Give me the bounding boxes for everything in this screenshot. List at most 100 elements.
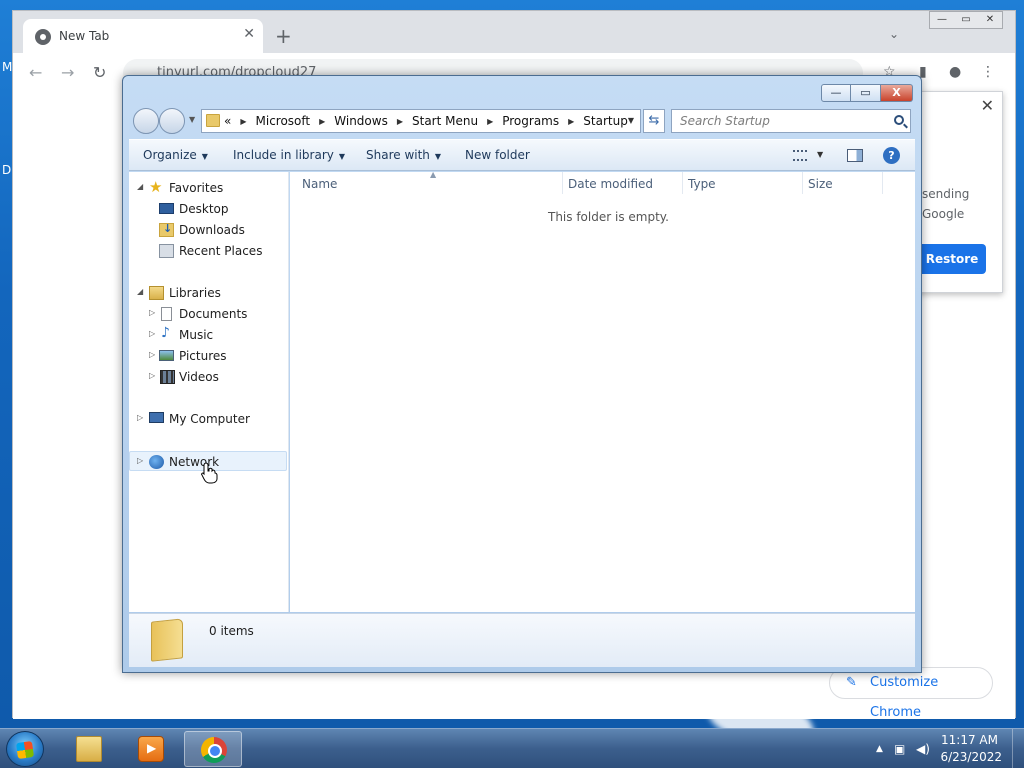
breadcrumb-separator-icon[interactable]: ▶ — [487, 117, 493, 128]
close-icon[interactable]: ✕ — [981, 96, 994, 115]
taskbar-chrome[interactable] — [184, 731, 242, 767]
navigation-pane: ◢ ★ Favorites Desktop Downloads Recent P… — [129, 172, 289, 612]
breadcrumb-overflow[interactable]: « — [224, 114, 231, 128]
chrome-icon — [201, 737, 227, 763]
popup-text: sending — [922, 187, 970, 201]
star-icon: ★ — [149, 178, 163, 196]
breadcrumb-separator-icon[interactable]: ▶ — [240, 117, 246, 128]
profile-icon[interactable]: ● — [949, 64, 961, 80]
videos-icon — [160, 370, 175, 384]
sidebar-item-my-computer[interactable]: ▷ My Computer — [129, 409, 287, 429]
minimize-button[interactable]: — — [821, 84, 851, 102]
breadcrumb-programs[interactable]: Programs — [502, 114, 559, 128]
back-button[interactable] — [133, 108, 159, 134]
breadcrumb-separator-icon[interactable]: ▶ — [397, 117, 403, 128]
minimize-button[interactable]: — — [930, 12, 954, 28]
recent-pages-dropdown-icon[interactable]: ▼ — [189, 115, 195, 124]
breadcrumb-separator-icon[interactable]: ▶ — [568, 117, 574, 128]
column-header-type[interactable]: Type — [688, 177, 716, 191]
chevron-down-icon: ▼ — [338, 152, 346, 161]
sidebar-item-pictures[interactable]: ▷ Pictures — [129, 346, 287, 366]
back-icon[interactable]: ← — [29, 63, 42, 82]
breadcrumb-startup[interactable]: Startup — [583, 114, 628, 128]
expand-icon[interactable]: ▷ — [137, 413, 143, 422]
show-hidden-icons-icon[interactable]: ▲ — [876, 744, 883, 754]
hand-cursor-icon — [201, 462, 218, 484]
sidebar-item-videos[interactable]: ▷ Videos — [129, 367, 287, 387]
help-icon[interactable]: ? — [883, 147, 900, 164]
search-box[interactable]: Search Startup — [671, 109, 911, 133]
column-divider[interactable] — [882, 172, 883, 194]
taskbar-media-player[interactable] — [122, 731, 180, 767]
reload-icon[interactable]: ↻ — [93, 63, 106, 82]
desktop-icon-label[interactable]: M — [2, 60, 12, 74]
sidebar-item-music[interactable]: ▷ ♪ Music — [129, 325, 287, 345]
taskbar: ▲ ▣ ◀) 11:17 AM 6/23/2022 — [0, 728, 1024, 768]
preview-pane-icon[interactable] — [847, 149, 863, 162]
new-folder-button[interactable]: New folder — [465, 148, 530, 162]
search-input[interactable]: Search Startup — [680, 114, 770, 128]
breadcrumb-start-menu[interactable]: Start Menu — [412, 114, 478, 128]
explorer-caption-buttons: — ▭ X — [821, 84, 913, 102]
windows-logo-icon — [15, 740, 35, 760]
breadcrumb-microsoft[interactable]: Microsoft — [256, 114, 311, 128]
sidebar-item-libraries[interactable]: ◢ Libraries — [129, 283, 287, 303]
new-tab-button[interactable]: + — [275, 24, 292, 48]
expand-icon[interactable]: ▷ — [149, 329, 155, 338]
breadcrumb-separator-icon[interactable]: ▶ — [319, 117, 325, 128]
address-dropdown-icon[interactable]: ▼ — [628, 116, 634, 125]
expand-icon[interactable]: ▷ — [149, 308, 155, 317]
collapse-icon[interactable]: ◢ — [137, 287, 143, 296]
sidebar-item-documents[interactable]: ▷ Documents — [129, 304, 287, 324]
tab-search-icon[interactable]: ⌄ — [889, 27, 899, 41]
explorer-window: — ▭ X ▼ « ▶ Microsoft ▶ Windows ▶ Start Men… — [122, 75, 922, 673]
column-divider[interactable] — [682, 172, 683, 194]
taskbar-explorer[interactable] — [60, 731, 118, 767]
address-bar[interactable]: « ▶ Microsoft ▶ Windows ▶ Start Menu ▶ Progr… — [201, 109, 641, 133]
details-pane: 0 items — [129, 613, 915, 667]
search-icon[interactable] — [894, 115, 904, 125]
column-header-date-modified[interactable]: Date modified — [568, 177, 653, 191]
expand-icon[interactable]: ▷ — [137, 456, 143, 465]
volume-icon[interactable]: ◀) — [916, 742, 930, 756]
sidebar-item-recent-places[interactable]: Recent Places — [129, 241, 287, 261]
clock-time[interactable]: 11:17 AM — [941, 733, 998, 747]
close-button[interactable]: X — [881, 84, 913, 102]
sort-ascending-icon: ▲ — [430, 170, 437, 179]
maximize-button[interactable]: ▭ — [851, 84, 881, 102]
sidebar-item-downloads[interactable]: Downloads — [129, 220, 287, 240]
organize-menu[interactable]: Organize ▼ — [143, 148, 208, 162]
menu-icon[interactable]: ⋮ — [981, 64, 995, 80]
expand-icon[interactable]: ▷ — [149, 350, 155, 359]
forward-icon[interactable]: → — [61, 63, 74, 82]
close-button[interactable]: ✕ — [978, 12, 1002, 28]
desktop-icon-label[interactable]: D — [2, 163, 11, 177]
restore-button[interactable]: Restore — [918, 244, 986, 274]
downloads-icon — [159, 222, 174, 237]
sidebar-item-desktop[interactable]: Desktop — [129, 199, 287, 219]
column-header-name[interactable]: Name — [302, 177, 337, 191]
include-in-library-menu[interactable]: Include in library ▼ — [233, 148, 345, 162]
popup-text: Google — [922, 207, 965, 221]
collapse-icon[interactable]: ◢ — [137, 182, 143, 191]
expand-icon[interactable]: ▷ — [149, 371, 155, 380]
column-divider[interactable] — [802, 172, 803, 194]
forward-button[interactable] — [159, 108, 185, 134]
column-header-size[interactable]: Size — [808, 177, 833, 191]
network-tray-icon[interactable]: ▣ — [894, 742, 905, 756]
start-button[interactable] — [6, 731, 44, 767]
breadcrumb-windows[interactable]: Windows — [334, 114, 388, 128]
view-dropdown-icon[interactable]: ▼ — [817, 150, 823, 159]
libraries-icon — [149, 286, 164, 300]
tab-new-tab[interactable]: New Tab ✕ — [23, 19, 263, 53]
show-desktop-button[interactable] — [1012, 729, 1024, 768]
refresh-button[interactable]: ⇆ — [643, 109, 665, 133]
sidebar-item-favorites[interactable]: ◢ ★ Favorites — [129, 178, 287, 198]
column-divider[interactable] — [562, 172, 563, 194]
maximize-button[interactable]: ▭ — [954, 12, 978, 28]
tab-close-icon[interactable]: ✕ — [243, 26, 255, 42]
clock-date[interactable]: 6/23/2022 — [940, 750, 1002, 764]
view-list-icon[interactable] — [793, 150, 807, 161]
share-with-menu[interactable]: Share with ▼ — [366, 148, 441, 162]
folder-icon — [151, 618, 183, 662]
